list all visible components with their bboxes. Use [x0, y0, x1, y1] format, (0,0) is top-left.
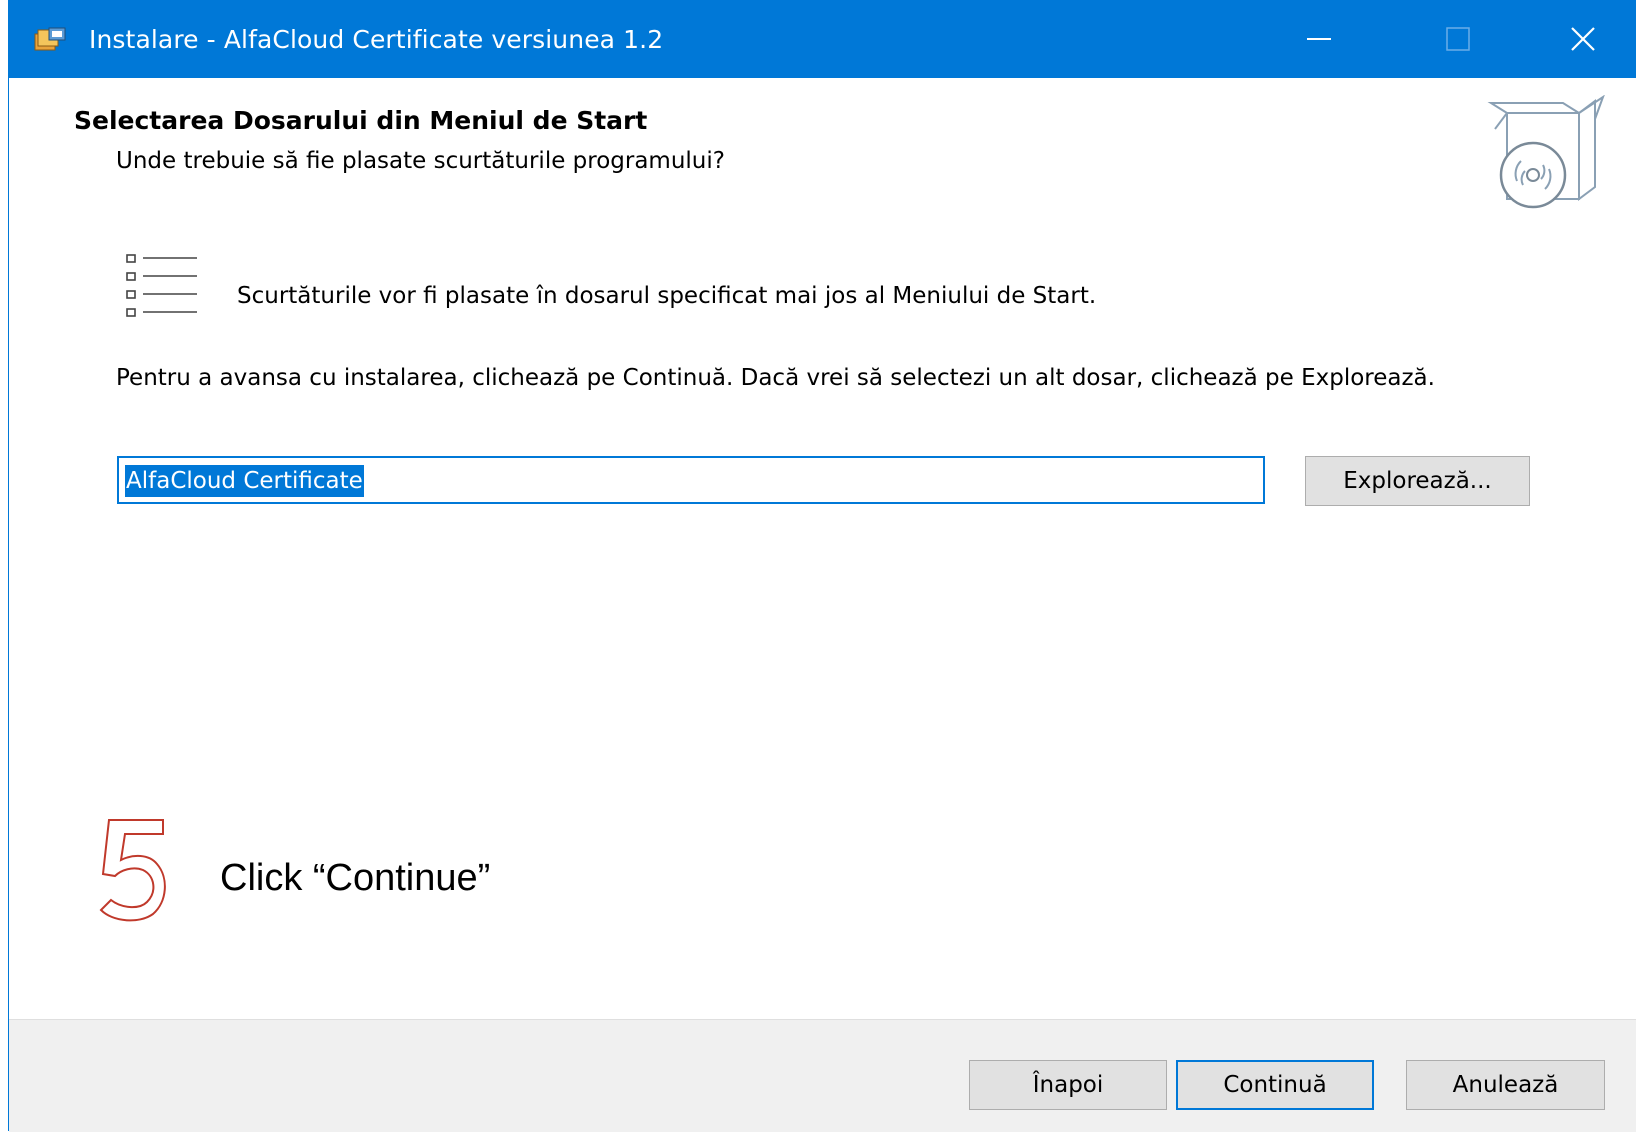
browse-button[interactable]: Explorează...: [1305, 456, 1530, 506]
step-caption: Click “Continue”: [220, 857, 491, 899]
maximize-button[interactable]: [1417, 0, 1499, 78]
maximize-icon: [1446, 27, 1470, 51]
title-bar[interactable]: Instalare - AlfaCloud Certificate versiu…: [9, 0, 1636, 78]
close-button[interactable]: [1542, 0, 1624, 78]
window-title: Instalare - AlfaCloud Certificate versiu…: [89, 25, 664, 54]
continue-button[interactable]: Continuă: [1176, 1060, 1374, 1110]
minimize-button[interactable]: [1278, 0, 1360, 78]
instruction-text: Pentru a avansa cu instalarea, clichează…: [116, 365, 1435, 391]
back-button[interactable]: Înapoi: [969, 1060, 1167, 1110]
installer-window: Instalare - AlfaCloud Certificate versiu…: [8, 0, 1636, 1132]
step-number-text: 5: [134, 875, 135, 877]
close-icon: [1571, 27, 1595, 51]
page-subtitle: Unde trebuie să fie plasate scurtăturile…: [116, 148, 725, 174]
footer-bar: Înapoi Continuă Anulează: [9, 1019, 1636, 1132]
minimize-icon: [1307, 38, 1331, 40]
box-with-disc-icon: [1487, 94, 1607, 215]
folder-input-value: AlfaCloud Certificate: [125, 465, 364, 497]
step-number-annotation: 5: [99, 816, 169, 924]
start-menu-folder-input[interactable]: AlfaCloud Certificate: [117, 456, 1265, 504]
cancel-button[interactable]: Anulează: [1406, 1060, 1605, 1110]
page-title: Selectarea Dosarului din Meniul de Start: [74, 106, 648, 135]
setup-app-icon: [33, 26, 69, 54]
shortcut-list-icon: [125, 253, 205, 333]
shortcut-info-text: Scurtăturile vor fi plasate în dosarul s…: [237, 283, 1097, 309]
